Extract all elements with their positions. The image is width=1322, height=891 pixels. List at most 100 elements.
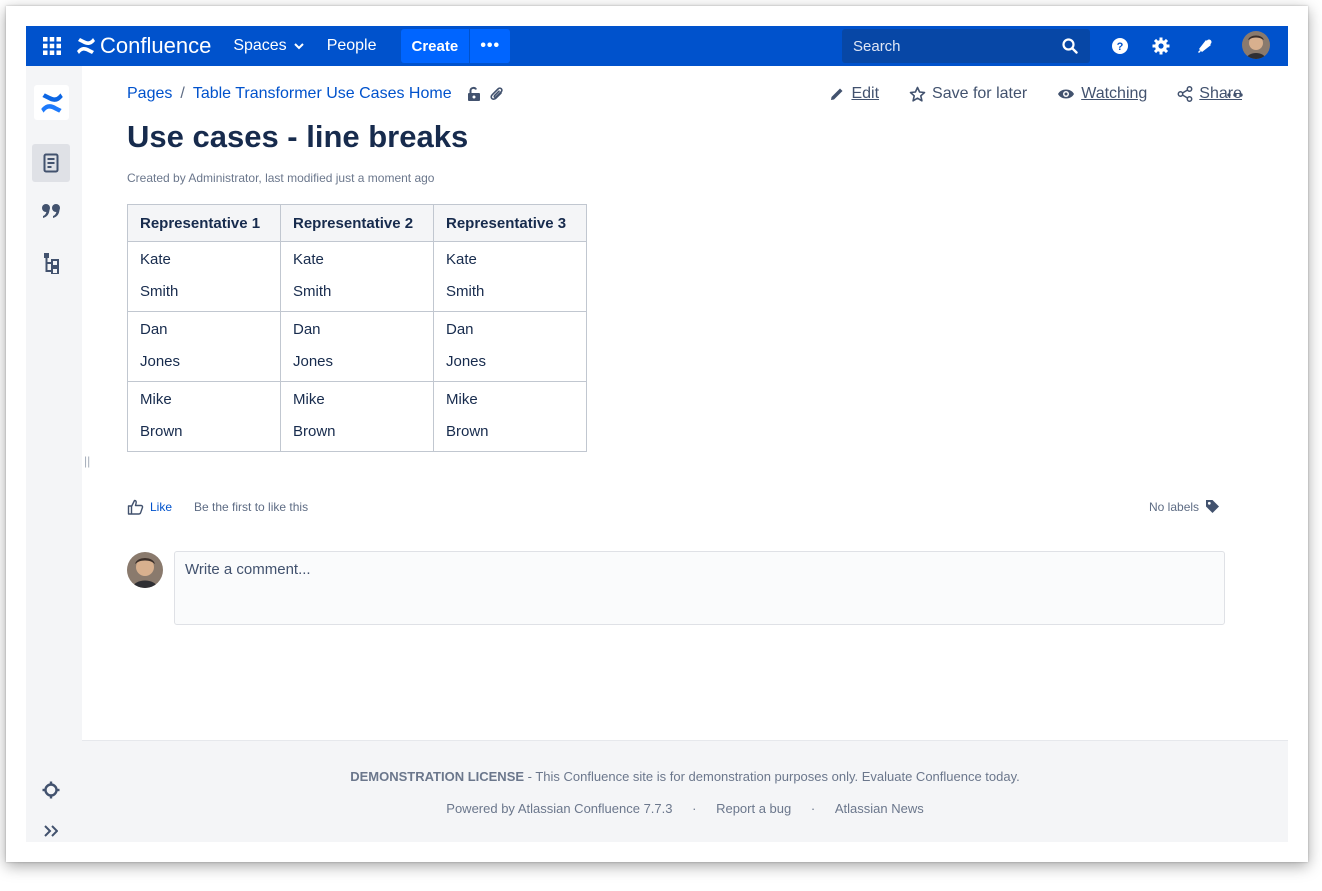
table-row: Kate Smith Kate Smith Kate Smith [127,241,587,312]
footer-dot: · [692,801,697,816]
table-row: Mike Brown Mike Brown Mike Brown [127,381,587,452]
page-tree-icon[interactable] [32,244,70,282]
table-header-cell: Representative 3 [433,204,587,242]
more-actions-icon[interactable] [1226,85,1244,105]
cell-line: Smith [140,283,179,300]
table-cell: Mike Brown [127,381,281,452]
confluence-logo-icon [77,38,95,54]
chevron-down-icon [293,43,304,50]
table-row: Dan Jones Dan Jones Dan Jones [127,311,587,382]
spaces-menu[interactable]: Spaces [233,37,304,55]
create-more-button[interactable]: ••• [470,29,511,63]
label-tag-icon[interactable] [1205,499,1220,514]
cell-line: Dan [446,321,474,338]
save-for-later-label: Save for later [932,85,1028,102]
watching-label: Watching [1081,85,1148,102]
cell-line: Mike [446,391,478,408]
like-row: Like Be the first to like this [127,499,308,515]
powered-by-link[interactable]: Powered by Atlassian Confluence 7.7.3 [446,801,672,816]
app-switcher-icon[interactable] [32,26,72,66]
create-button[interactable]: Create [400,29,470,63]
edit-button[interactable]: Edit [829,85,879,103]
spaces-label: Spaces [233,37,287,54]
people-link[interactable]: People [327,37,377,55]
restrictions-unlock-icon[interactable] [466,86,482,102]
table-cell: Kate Smith [127,241,281,312]
license-text: - This Confluence site is for demonstrat… [524,769,1020,784]
report-bug-link[interactable]: Report a bug [716,801,791,816]
save-for-later-button[interactable]: Save for later [909,85,1027,103]
representatives-table: Representative 1 Representative 2 Repres… [127,204,587,452]
search-input[interactable]: Search [842,29,1090,63]
confluence-space-icon [40,92,63,113]
page-actions: Edit Save for later Watching Share [799,85,1242,103]
cell-line: Mike [293,391,325,408]
comment-input[interactable]: Write a comment... [174,551,1225,625]
confluence-app: Confluence Spaces People Create ••• Sear… [26,26,1288,842]
table-header-row: Representative 1 Representative 2 Repres… [127,204,587,242]
watching-button[interactable]: Watching [1057,85,1147,103]
pages-icon[interactable] [32,144,70,182]
cell-line: Jones [140,353,181,370]
expand-sidebar-icon[interactable] [32,812,70,842]
page-byline: Created by Administrator, last modified … [127,171,435,185]
table-header-cell: Representative 1 [127,204,281,242]
notifications-megaphone-icon[interactable] [1195,36,1215,56]
comment-placeholder: Write a comment... [185,561,311,578]
cell-line: Brown [140,423,183,440]
space-settings-gear-icon[interactable] [32,771,70,809]
footer-dot: · [810,801,816,816]
share-icon [1177,86,1193,102]
eye-icon [1058,89,1075,99]
page-title: Use cases - line breaks [127,119,469,154]
table-cell: Kate Smith [280,241,434,312]
product-name: Confluence [100,33,212,58]
table-cell: Mike Brown [433,381,587,452]
cell-line: Brown [293,423,336,440]
cell-line: Dan [293,321,321,338]
breadcrumb-separator: / [180,85,185,102]
cell-line: Jones [446,353,487,370]
cell-line: Kate [293,251,324,268]
labels-section: No labels [1149,499,1220,514]
search-placeholder: Search [853,37,901,55]
atlassian-news-link[interactable]: Atlassian News [835,801,924,816]
sidebar-resize-handle[interactable]: || [84,454,90,468]
breadcrumb-pages[interactable]: Pages [127,85,172,103]
table-cell: Dan Jones [127,311,281,382]
cell-line: Dan [140,321,168,338]
license-notice: DEMONSTRATION LICENSE - This Confluence … [82,769,1288,784]
table-cell: Dan Jones [433,311,587,382]
screenshot-frame: Confluence Spaces People Create ••• Sear… [6,6,1308,862]
svg-text:?: ? [1117,41,1124,53]
cell-line: Brown [446,423,489,440]
like-link[interactable]: Like [150,500,172,514]
no-labels-text: No labels [1149,499,1200,514]
footer-links: Powered by Atlassian Confluence 7.7.3 · … [82,801,1288,816]
top-navigation: Confluence Spaces People Create ••• Sear… [26,26,1288,66]
help-icon[interactable]: ? [1110,36,1130,56]
cell-line: Smith [293,283,332,300]
commenter-avatar [127,552,163,588]
page-footer: DEMONSTRATION LICENSE - This Confluence … [82,740,1288,842]
cell-line: Jones [293,353,334,370]
space-logo[interactable] [34,85,69,120]
likes-summary: Be the first to like this [194,500,309,514]
attachment-paperclip-icon[interactable] [490,86,504,102]
cell-line: Mike [140,391,172,408]
thumbs-up-icon[interactable] [127,499,144,515]
blog-quote-icon[interactable] [32,192,70,230]
confluence-logo[interactable]: Confluence [76,33,211,59]
star-icon [909,86,926,102]
table-cell: Dan Jones [280,311,434,382]
license-label: DEMONSTRATION LICENSE [350,769,525,784]
settings-gear-icon[interactable] [1151,36,1171,56]
cell-line: Kate [446,251,477,268]
cell-line: Smith [446,283,485,300]
space-sidebar [26,66,82,842]
user-avatar[interactable] [1242,31,1270,59]
edit-label: Edit [851,85,880,102]
breadcrumb-parent[interactable]: Table Transformer Use Cases Home [193,85,452,103]
pencil-icon [831,88,843,100]
breadcrumb: Pages / Table Transformer Use Cases Home [127,85,504,103]
